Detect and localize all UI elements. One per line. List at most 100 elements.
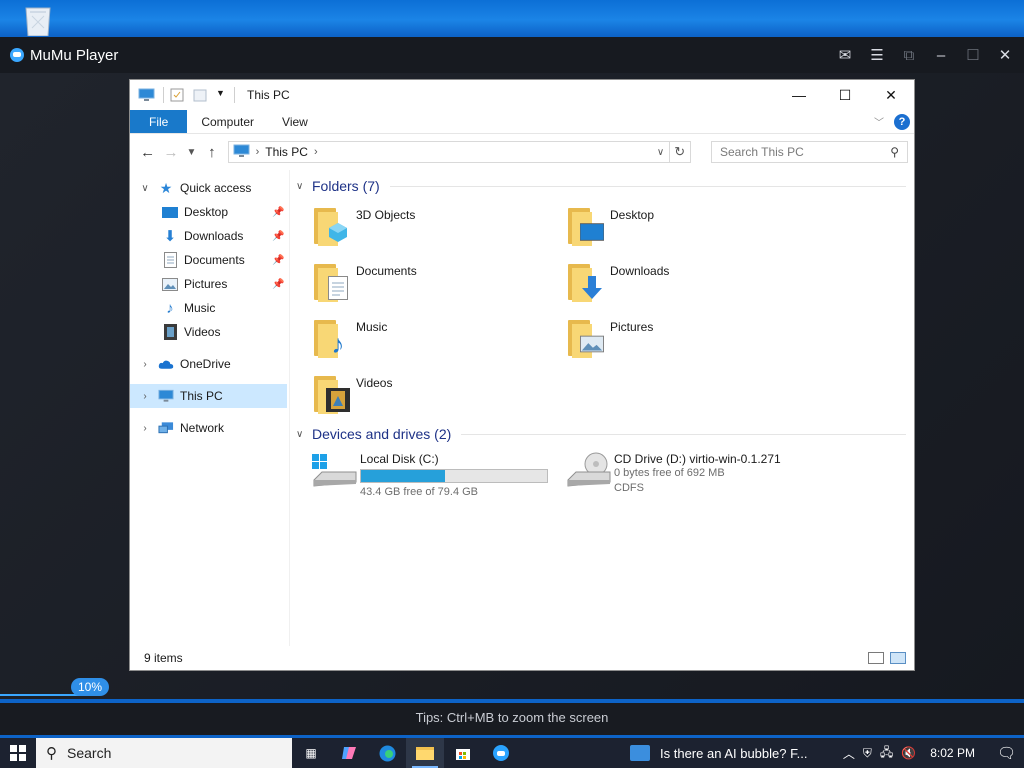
collapse-chevron-icon[interactable]: ∨ [138,183,152,194]
pin-icon[interactable]: 📌 [272,279,284,290]
customize-toolbar-icon[interactable]: ▼ [216,88,226,102]
network-tray-icon[interactable]: 🖧 [880,743,893,764]
back-arrow-icon[interactable]: ← [136,144,159,161]
clock[interactable]: 8:02 PM [930,746,975,760]
tab-file[interactable]: File [130,110,188,133]
help-icon[interactable]: ? [894,113,910,130]
desktop-icon [162,204,178,220]
minimize-button[interactable]: — [776,80,822,110]
store-icon[interactable] [444,738,482,768]
new-folder-icon[interactable] [193,88,210,102]
pin-icon[interactable]: 📌 [272,231,284,242]
computer-icon [233,144,250,161]
properties-icon[interactable] [170,88,187,102]
folder-music-icon: ♪ [310,314,352,359]
nav-desktop[interactable]: Desktop 📌 [130,200,289,224]
file-explorer-window: ▼ This PC — ☐ ✕ File Computer View ﹀ ? ←… [129,79,915,671]
expand-chevron-icon[interactable]: › [138,423,152,434]
mumu-titlebar: MuMu Player ✉ ☰ ⧉ – ☐ ✕ [0,37,1024,73]
mail-icon[interactable]: ✉ [836,46,854,64]
drive-local-disk-c[interactable]: Local Disk (C:) 43.4 GB free of 79.4 GB [310,450,564,500]
collapse-chevron-icon[interactable]: ∨ [296,429,312,440]
nav-network[interactable]: › Network [130,416,289,440]
search-icon: ⚲ [46,745,57,762]
recycle-bin-icon[interactable] [18,6,58,37]
search-icon[interactable]: ⚲ [890,145,899,159]
details-view-icon[interactable] [868,652,884,664]
expand-ribbon-chevron-icon[interactable]: ﹀ [874,114,884,129]
security-icon[interactable]: ⛨ [863,746,872,761]
window-title: This PC [247,88,290,102]
forward-arrow-icon[interactable]: → [159,144,182,161]
minimize-icon[interactable]: – [932,46,950,64]
folder-desktop[interactable]: Desktop [564,202,818,258]
status-bar: 9 items [130,646,914,670]
folder-videos-icon [310,370,352,414]
folder-documents[interactable]: Documents [310,258,564,314]
explorer-titlebar: ▼ This PC — ☐ ✕ [130,80,914,110]
search-placeholder: Search This PC [719,145,804,159]
pin-window-icon[interactable]: ⧉ [900,46,918,64]
recent-locations-chevron-icon[interactable]: ▼ [183,147,201,158]
nav-videos[interactable]: Videos [130,320,289,344]
cd-drive-icon [564,450,614,492]
nav-this-pc[interactable]: › This PC [130,384,287,408]
devices-group-header[interactable]: ∨ Devices and drives (2) [296,422,906,446]
collapse-chevron-icon[interactable]: ∨ [296,181,312,192]
large-icons-view-icon[interactable] [890,652,906,664]
up-arrow-icon[interactable]: ↑ [200,144,223,161]
mumu-logo-icon [10,48,24,62]
folder-3d-objects[interactable]: 3D Objects [310,202,564,258]
nav-pictures[interactable]: Pictures 📌 [130,272,289,296]
folder-videos[interactable]: Videos [310,370,564,426]
nav-quick-access[interactable]: ∨ ★ Quick access [130,176,289,200]
address-dropdown-icon[interactable]: ∨ [653,147,669,158]
nav-downloads[interactable]: ⬇ Downloads 📌 [130,224,289,248]
search-input[interactable]: Search This PC ⚲ [710,141,909,163]
folder-pictures[interactable]: Pictures [564,314,818,370]
folder-desktop-icon [564,202,606,246]
breadcrumb-this-pc[interactable]: This PC [265,145,308,159]
pin-icon[interactable]: 📌 [272,207,284,218]
close-icon[interactable]: ✕ [996,46,1014,64]
folder-pictures-icon [564,314,606,358]
volume-muted-icon[interactable]: 🔇 [901,746,916,760]
network-icon [158,420,174,436]
folder-downloads[interactable]: Downloads [564,258,818,314]
tab-computer[interactable]: Computer [187,110,268,133]
nav-music[interactable]: ♪ Music [130,296,289,320]
expand-chevron-icon[interactable]: › [138,359,152,370]
pin-icon[interactable]: 📌 [272,255,284,266]
close-button[interactable]: ✕ [868,80,914,110]
news-icon [630,745,650,761]
maximize-button[interactable]: ☐ [822,80,868,110]
file-explorer-icon[interactable] [406,738,444,768]
refresh-icon[interactable]: ↻ [669,141,691,163]
show-hidden-icons-chevron-icon[interactable]: ︿ [843,745,855,762]
folder-documents-icon [310,258,352,302]
windows-start-icon[interactable] [0,738,36,768]
mumu-player-taskbar-icon[interactable] [482,738,520,768]
notifications-icon[interactable]: 🗨 [997,744,1016,762]
nav-onedrive[interactable]: › OneDrive [130,352,289,376]
tips-bar: Tips: Ctrl+MB to zoom the screen [0,703,1024,735]
menu-icon[interactable]: ☰ [868,46,886,64]
tab-view[interactable]: View [268,110,322,133]
maximize-icon[interactable]: ☐ [964,46,982,64]
task-view-icon[interactable]: ▦ [292,738,330,768]
edge-browser-icon[interactable] [368,738,406,768]
copilot-icon[interactable] [330,738,368,768]
folder-3d-objects-icon [310,202,352,246]
folder-music[interactable]: ♪ Music [310,314,564,370]
folders-group-header[interactable]: ∨ Folders (7) [296,174,906,198]
taskbar-search-box[interactable]: ⚲ Search [36,738,292,768]
address-bar[interactable]: › This PC › ∨ [227,141,670,163]
news-widget[interactable]: Is there an AI bubble? F... [630,745,807,761]
breadcrumb-separator-icon[interactable]: › [314,146,318,158]
item-count: 9 items [144,651,183,665]
nav-documents[interactable]: Documents 📌 [130,248,289,272]
computer-icon [158,388,174,404]
breadcrumb-separator-icon[interactable]: › [256,146,260,158]
expand-chevron-icon[interactable]: › [138,391,152,402]
drive-cd-d[interactable]: CD Drive (D:) virtio-win-0.1.271 0 bytes… [564,450,864,500]
